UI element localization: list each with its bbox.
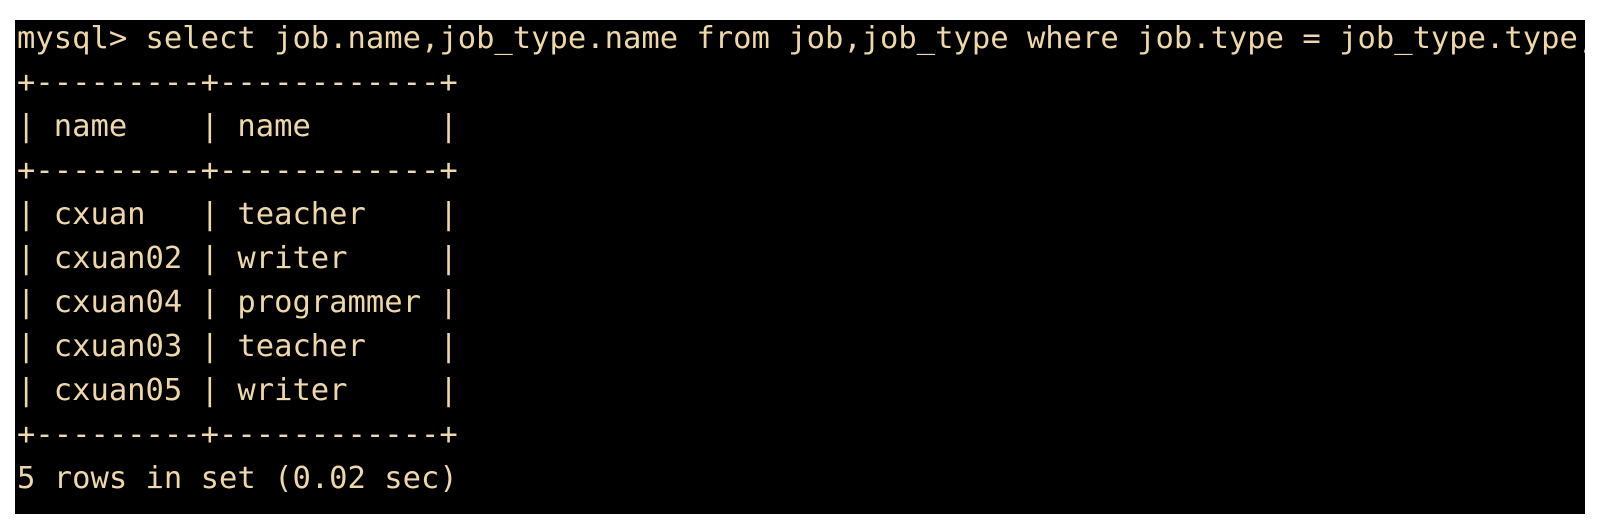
- table-top-border: +---------+------------+: [17, 65, 458, 100]
- table-header-border: +---------+------------+: [17, 153, 458, 188]
- table-bottom-border: +---------+------------+: [17, 417, 458, 452]
- table-row: | cxuan02 | writer |: [17, 241, 458, 276]
- table-row: | cxuan05 | writer |: [17, 373, 458, 408]
- terminal-window[interactable]: mysql> select job.name,job_type.name fro…: [15, 20, 1585, 514]
- result-summary: 5 rows in set (0.02 sec): [17, 461, 458, 496]
- mysql-prompt: mysql>: [17, 21, 146, 56]
- sql-command: select job.name,job_type.name from job,j…: [145, 21, 1585, 56]
- table-row: | cxuan04 | programmer |: [17, 285, 458, 320]
- table-row: | cxuan03 | teacher |: [17, 329, 458, 364]
- table-header-row: | name | name |: [17, 109, 458, 144]
- table-row: | cxuan | teacher |: [17, 197, 458, 232]
- command-line: mysql> select job.name,job_type.name fro…: [17, 20, 1585, 61]
